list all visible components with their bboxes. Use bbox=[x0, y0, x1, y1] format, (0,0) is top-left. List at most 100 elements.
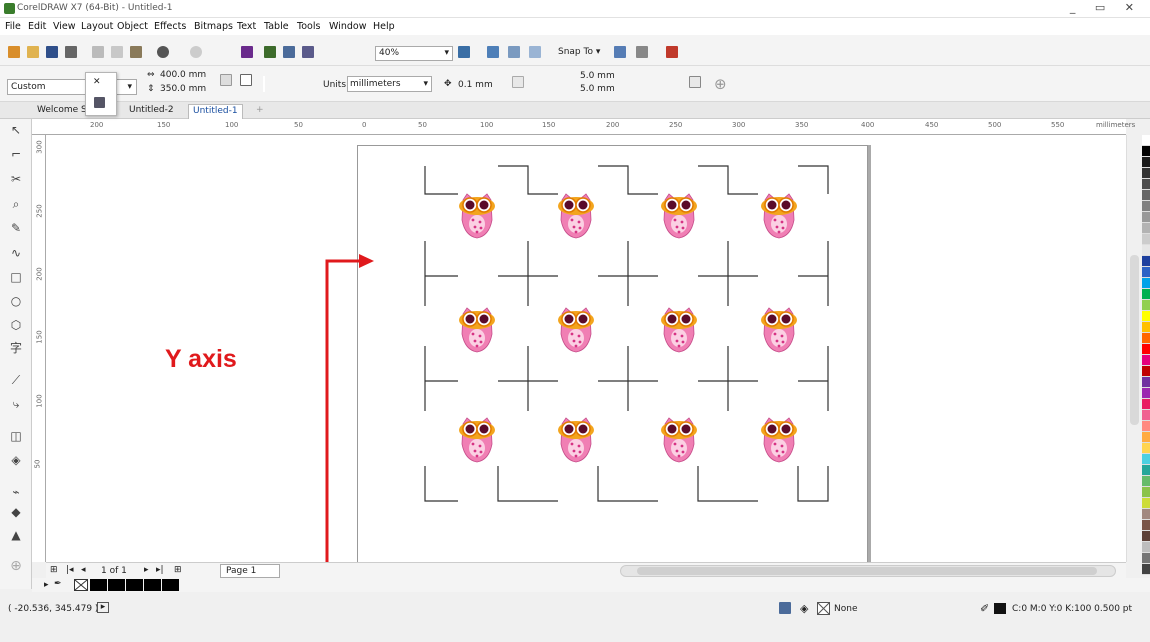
play-icon[interactable]: ▸ bbox=[97, 602, 109, 613]
palette-swatch[interactable] bbox=[1142, 212, 1150, 223]
vertical-ruler[interactable]: 300 250 200 150 100 50 bbox=[32, 135, 46, 562]
duplicate-x-value[interactable]: 5.0 mm bbox=[580, 71, 615, 81]
menu-window[interactable]: Window bbox=[329, 21, 366, 32]
palette-swatch[interactable] bbox=[1142, 267, 1150, 278]
parallel-dimension-icon[interactable]: ⟋ bbox=[9, 373, 23, 387]
polygon-tool-icon[interactable]: ⬡ bbox=[9, 318, 23, 332]
palette-swatch[interactable] bbox=[1142, 520, 1150, 531]
palette-swatch[interactable] bbox=[1142, 201, 1150, 212]
customize-icon[interactable] bbox=[666, 46, 678, 58]
paste-icon[interactable] bbox=[130, 46, 142, 58]
palette-swatch[interactable] bbox=[1142, 443, 1150, 454]
palette-swatch[interactable] bbox=[1142, 245, 1150, 256]
duplicate-y-value[interactable]: 5.0 mm bbox=[580, 84, 615, 94]
menu-help[interactable]: Help bbox=[373, 21, 395, 32]
palette-swatch[interactable] bbox=[1142, 476, 1150, 487]
palette-swatch[interactable] bbox=[1142, 344, 1150, 355]
snap-to-dropdown[interactable]: Snap To ▾ bbox=[558, 47, 600, 57]
pick-tool-icon[interactable] bbox=[94, 97, 105, 108]
last-page-icon[interactable]: ▸| bbox=[156, 565, 164, 575]
palette-swatch[interactable] bbox=[1142, 366, 1150, 377]
menu-text[interactable]: Text bbox=[237, 21, 256, 32]
palette-swatch[interactable] bbox=[1142, 432, 1150, 443]
palette-swatch[interactable] bbox=[1142, 399, 1150, 410]
palette-swatch[interactable] bbox=[1142, 234, 1150, 245]
show-grid-icon[interactable] bbox=[508, 46, 520, 58]
color-palette[interactable] bbox=[1142, 135, 1150, 575]
menu-edit[interactable]: Edit bbox=[28, 21, 46, 32]
palette-swatch[interactable] bbox=[1142, 421, 1150, 432]
menu-tools[interactable]: Tools bbox=[297, 21, 320, 32]
add-page-end-icon[interactable]: ⊞ bbox=[174, 565, 182, 575]
palette-swatch[interactable] bbox=[1142, 542, 1150, 553]
eyedropper-icon[interactable]: ✒ bbox=[54, 579, 62, 589]
vertical-scrollbar[interactable] bbox=[1126, 135, 1142, 562]
palette-swatch[interactable] bbox=[1142, 410, 1150, 421]
palette-swatch[interactable] bbox=[1142, 333, 1150, 344]
nudge-spinner[interactable] bbox=[512, 76, 524, 88]
treat-as-filled-icon[interactable] bbox=[689, 76, 701, 88]
document-swatch[interactable] bbox=[162, 579, 179, 591]
welcome-screen-icon[interactable] bbox=[614, 46, 626, 58]
menu-file[interactable]: File bbox=[5, 21, 21, 32]
save-icon[interactable] bbox=[46, 46, 58, 58]
flyout-popup[interactable]: ✕ bbox=[85, 72, 117, 116]
cut-icon[interactable] bbox=[92, 46, 104, 58]
horizontal-ruler[interactable]: 200 150 100 50 0 50 100 150 200 250 300 … bbox=[32, 119, 1135, 135]
palette-swatch[interactable] bbox=[1142, 531, 1150, 542]
ellipse-tool-icon[interactable]: ○ bbox=[9, 294, 23, 308]
palette-swatch[interactable] bbox=[1142, 465, 1150, 476]
drop-shadow-icon[interactable]: ◫ bbox=[9, 429, 23, 443]
horizontal-scroll-thumb[interactable] bbox=[637, 567, 1097, 575]
page-tab-1[interactable]: Page 1 bbox=[220, 564, 280, 578]
palette-swatch[interactable] bbox=[1142, 377, 1150, 388]
fill-status[interactable]: None bbox=[834, 604, 857, 614]
open-icon[interactable] bbox=[27, 46, 39, 58]
palette-swatch[interactable] bbox=[1142, 498, 1150, 509]
artistic-media-icon[interactable]: ∿ bbox=[9, 246, 23, 260]
interactive-fill-icon[interactable]: ◆ bbox=[9, 505, 23, 519]
rectangle-tool-icon[interactable]: □ bbox=[9, 270, 23, 284]
document-swatch[interactable] bbox=[126, 579, 143, 591]
pick-tool-icon[interactable]: ↖ bbox=[9, 123, 23, 137]
menu-view[interactable]: View bbox=[53, 21, 76, 32]
palette-swatch[interactable] bbox=[1142, 289, 1150, 300]
tab-untitled-1[interactable]: Untitled-1 bbox=[188, 104, 243, 119]
application-launcher-icon[interactable] bbox=[302, 46, 314, 58]
tab-untitled-2[interactable]: Untitled-2 bbox=[125, 104, 178, 119]
page-preset-select[interactable]: Custom ▾ bbox=[7, 79, 137, 95]
palette-swatch[interactable] bbox=[1142, 278, 1150, 289]
palette-swatch[interactable] bbox=[1142, 564, 1150, 575]
palette-swatch[interactable] bbox=[1142, 487, 1150, 498]
nudge-distance-value[interactable]: 0.1 mm bbox=[458, 80, 493, 90]
undo-icon[interactable] bbox=[157, 46, 169, 58]
menu-effects[interactable]: Effects bbox=[154, 21, 186, 32]
palette-swatch[interactable] bbox=[1142, 223, 1150, 234]
previous-page-icon[interactable]: ◂ bbox=[81, 565, 86, 575]
horizontal-scrollbar[interactable] bbox=[620, 565, 1116, 577]
copy-icon[interactable] bbox=[111, 46, 123, 58]
landscape-icon[interactable] bbox=[240, 74, 252, 86]
outline-status[interactable]: C:0 M:0 Y:0 K:100 0.500 pt bbox=[1012, 604, 1132, 614]
menu-object[interactable]: Object bbox=[117, 21, 148, 32]
show-guidelines-icon[interactable] bbox=[529, 46, 541, 58]
full-screen-preview-icon[interactable] bbox=[458, 46, 470, 58]
palette-swatch[interactable] bbox=[1142, 168, 1150, 179]
shape-tool-icon[interactable]: ⌐ bbox=[9, 147, 23, 161]
palette-swatch[interactable] bbox=[1142, 256, 1150, 267]
palette-swatch[interactable] bbox=[1142, 179, 1150, 190]
add-preset-icon[interactable]: ⊕ bbox=[714, 75, 727, 93]
show-rulers-icon[interactable] bbox=[487, 46, 499, 58]
palette-swatch[interactable] bbox=[1142, 311, 1150, 322]
add-page-icon[interactable]: ⊞ bbox=[50, 565, 58, 575]
eyedropper-icon[interactable]: ⌁ bbox=[9, 485, 23, 499]
palette-swatch[interactable] bbox=[1142, 553, 1150, 564]
palette-swatch[interactable] bbox=[1142, 322, 1150, 333]
close-icon[interactable]: ✕ bbox=[93, 77, 101, 87]
import-icon[interactable] bbox=[241, 46, 253, 58]
print-icon[interactable] bbox=[65, 46, 77, 58]
palette-swatch[interactable] bbox=[1142, 509, 1150, 520]
document-swatch[interactable] bbox=[90, 579, 107, 591]
connector-tool-icon[interactable]: ⤷ bbox=[9, 397, 23, 411]
zoom-level-select[interactable]: 40% ▾ bbox=[375, 46, 453, 61]
